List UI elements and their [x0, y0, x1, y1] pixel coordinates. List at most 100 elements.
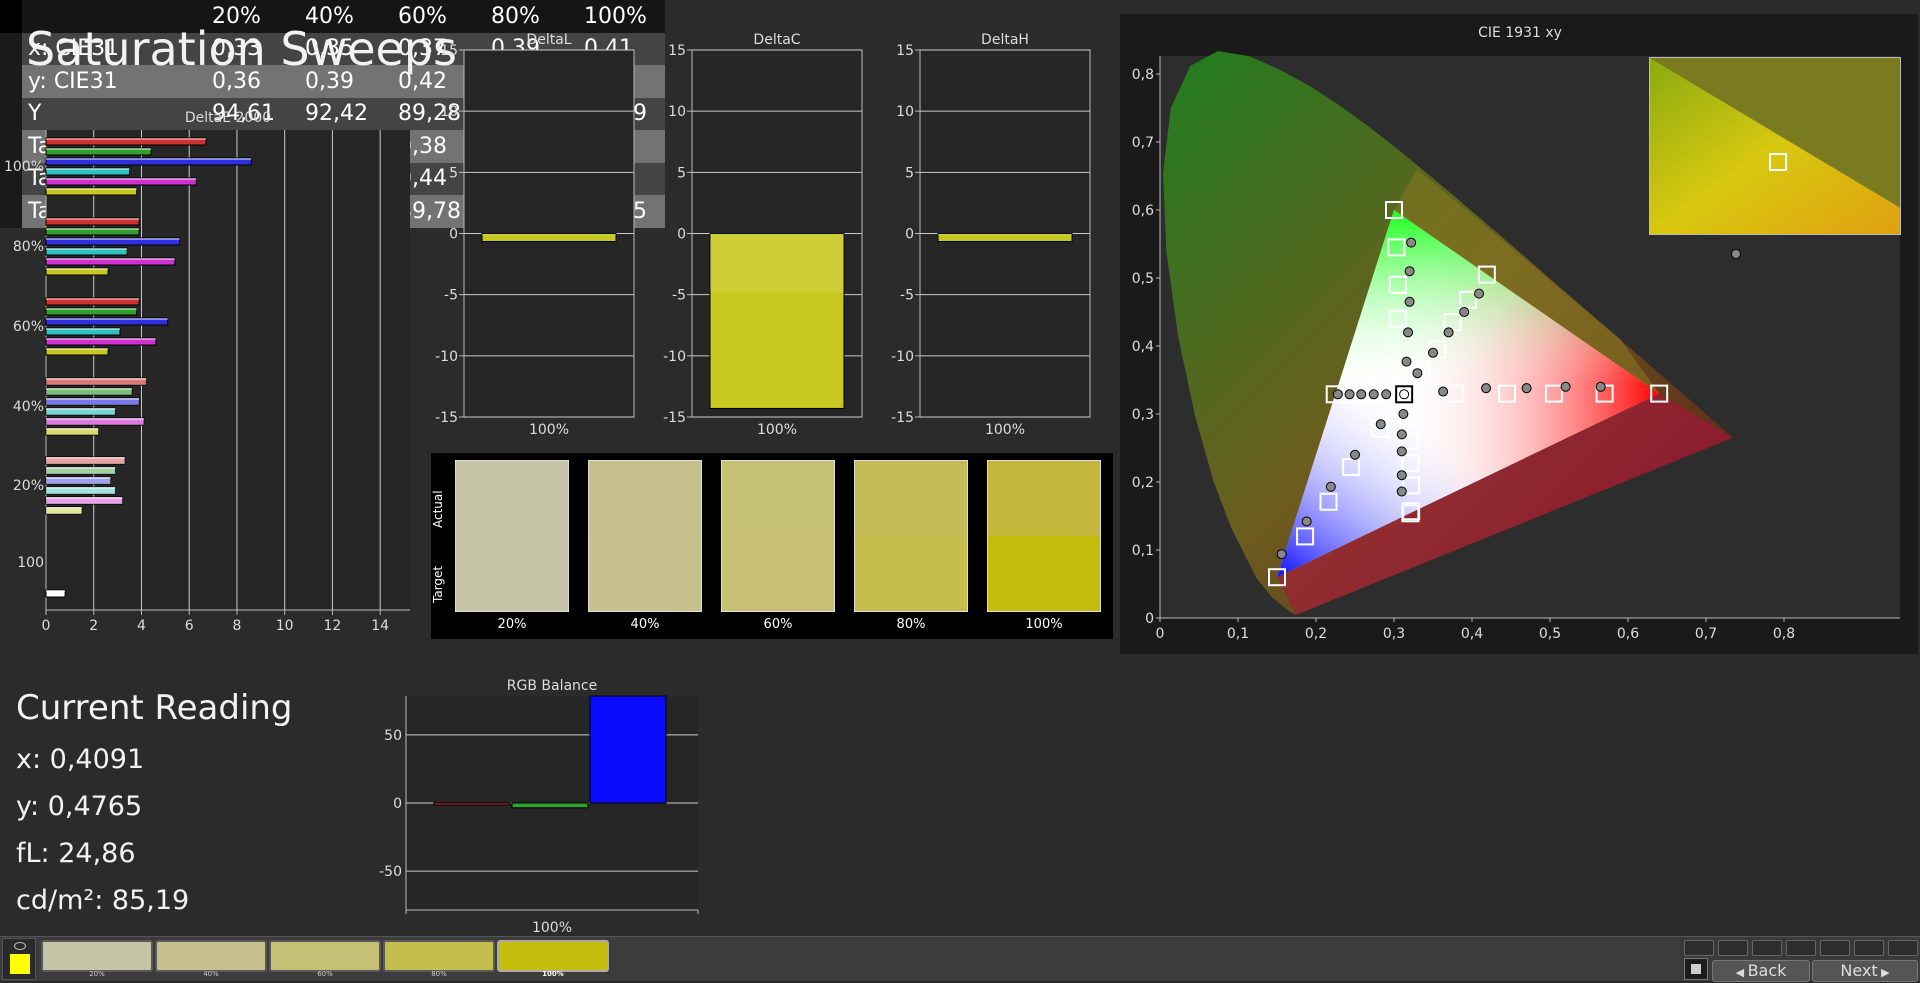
deltae-bar-shine	[46, 378, 147, 380]
step-thumbnail[interactable]	[269, 940, 381, 972]
deltae-bar-shine	[46, 268, 109, 270]
swatch-target	[855, 536, 967, 611]
reading-x: x: 0,4091	[16, 744, 145, 775]
ctl-pause-icon[interactable]	[1786, 940, 1816, 956]
deltae-group-label: 40%	[13, 399, 44, 415]
deltae-x-tick-label: 10	[276, 618, 294, 634]
cie-measured-point	[1481, 383, 1492, 394]
cie-inset-measured	[1731, 249, 1741, 259]
current-reading-title: Current Reading	[16, 688, 293, 728]
cie-measured-point	[1375, 419, 1386, 430]
cie-measured-point	[1403, 327, 1414, 338]
next-button[interactable]: Next ▶	[1812, 960, 1918, 982]
ctl-play-icon[interactable]	[1752, 940, 1782, 956]
delta-y-tick-label: -5	[444, 288, 458, 304]
deltae-bar-shine	[46, 178, 197, 180]
step-thumbnail[interactable]	[383, 940, 495, 972]
cie-measured-point	[1404, 296, 1415, 307]
cie-y-tick-label: 0,3	[1132, 407, 1154, 423]
rgb-balance-chart: RGB Balance 50 0 -50 100%	[379, 678, 699, 936]
swatch-label: 100%	[1025, 617, 1063, 632]
rgb-category-label: 100%	[532, 920, 572, 936]
rgb-bar-blue	[589, 695, 667, 804]
cie-measured-point	[1396, 470, 1407, 481]
cie-measured-point	[1521, 383, 1532, 394]
rgb-bar-green	[511, 802, 589, 809]
next-label: Next	[1840, 961, 1878, 980]
back-icon: ◀	[1735, 966, 1748, 979]
deltae-title: DeltaE 2000	[185, 110, 271, 126]
cie-x-tick-label: 0	[1156, 626, 1165, 642]
deltae-bar-shine	[46, 467, 116, 469]
step-thumbnail[interactable]	[155, 940, 267, 972]
delta-y-tick-label: -10	[435, 349, 458, 365]
deltae-bar-shine	[46, 477, 111, 479]
ctl-settings-icon[interactable]	[1888, 940, 1918, 956]
target-label: Target	[431, 565, 445, 603]
back-button[interactable]: ◀ Back	[1712, 960, 1810, 982]
deltae-x-tick-label: 8	[232, 618, 241, 634]
page-title: Saturation Sweeps	[26, 22, 458, 76]
cie-y-tick-label: 0,2	[1132, 475, 1154, 491]
deltae-bar-shine	[46, 348, 109, 350]
rgb-y-tick-label: -50	[379, 864, 402, 880]
cie-measured-point	[1595, 381, 1606, 392]
delta-y-tick-label: -15	[891, 410, 914, 426]
deltae-group-label: 60%	[13, 319, 44, 335]
step-thumbnail-label: 40%	[203, 970, 219, 978]
deltae-chart: DeltaE 2000 0 2 4 6 8 10 12 14 100% 80% 60% 40% 20% 10…	[4, 110, 410, 634]
delta-bar-shine	[710, 233, 844, 292]
delta-panels: DeltaL 15 10 5 0 -5 -10 -15 100% DeltaC 15 10 5 0 -5 -1…	[435, 32, 1091, 438]
deltae-group-label: 100%	[4, 159, 44, 175]
ctl-refresh-icon[interactable]	[1854, 940, 1884, 956]
cie-measured-point	[1396, 429, 1407, 440]
delta-panel-title: DeltaL	[526, 32, 571, 48]
eye-toggle[interactable]	[2, 938, 36, 980]
swatch	[854, 460, 968, 612]
swatch-actual	[456, 461, 568, 536]
cie-measured-point	[1276, 549, 1287, 560]
cie-y-tick-label: 0,4	[1132, 339, 1154, 355]
deltae-bar-shine	[46, 338, 156, 340]
delta-y-tick-label: 10	[668, 104, 686, 120]
swatch-target	[456, 536, 568, 611]
swatch	[987, 460, 1101, 612]
cie-measured-point	[1398, 409, 1409, 419]
step-thumbnail[interactable]	[497, 940, 609, 972]
step-thumbnail-label: 100%	[542, 970, 564, 978]
ctl-repeat-icon[interactable]	[1820, 940, 1850, 956]
ctl-eye-icon[interactable]	[1684, 940, 1714, 956]
ctl-stop-icon[interactable]	[1718, 940, 1748, 956]
cie-measured-point	[1406, 237, 1417, 248]
cie-measured-point	[1412, 368, 1423, 379]
step-thumbnail[interactable]	[41, 940, 153, 972]
cie-x-tick-label: 0,1	[1227, 626, 1249, 642]
reading-cdm2: cd/m²: 85,19	[16, 885, 190, 916]
rgb-y-tick-label: 50	[384, 728, 402, 744]
stop-button[interactable]	[1684, 958, 1708, 980]
deltae-bar-shine	[46, 497, 123, 499]
delta-y-tick-label: 0	[677, 227, 686, 243]
cie-measured-point	[1368, 389, 1379, 400]
swatch-label: 20%	[497, 617, 527, 632]
swatch-actual	[722, 461, 834, 536]
cie-x-tick-label: 0,4	[1461, 626, 1483, 642]
deltae-bar-shine	[46, 298, 140, 300]
deltae-bar-shine	[46, 168, 130, 170]
deltae-group-label: 100	[17, 555, 44, 571]
swatch	[455, 460, 569, 612]
deltae-bar-shine	[46, 188, 137, 190]
delta-y-tick-label: 0	[905, 227, 914, 243]
step-thumbnail-label: 60%	[317, 970, 333, 978]
delta-category-label: 100%	[757, 422, 797, 438]
cie-x-tick-label: 0,7	[1695, 626, 1717, 642]
cie-measured-point	[1356, 389, 1367, 400]
cie-x-tick-label: 0,5	[1539, 626, 1561, 642]
cie-x-tick-label: 0,3	[1383, 626, 1405, 642]
swatch-label: 40%	[630, 617, 660, 632]
delta-category-label: 100%	[985, 422, 1025, 438]
deltae-bar-shine	[46, 238, 180, 240]
cie-measured-point	[1332, 389, 1343, 400]
delta-y-tick-label: 15	[668, 43, 686, 59]
cie-x-tick-label: 0,2	[1305, 626, 1327, 642]
